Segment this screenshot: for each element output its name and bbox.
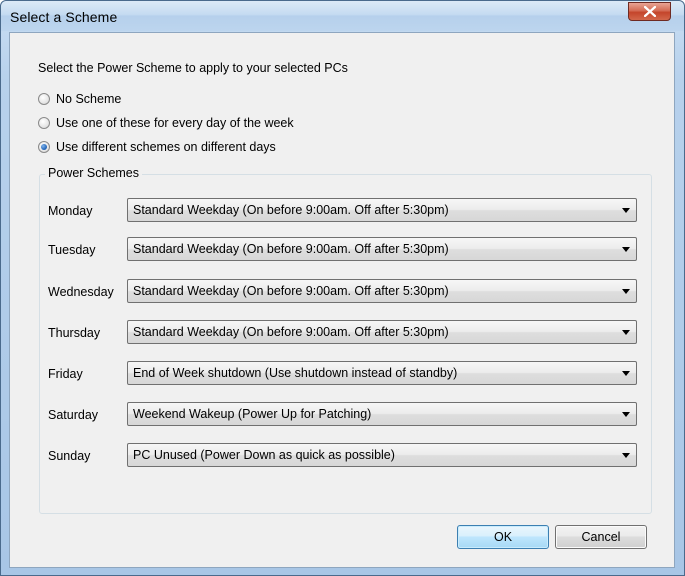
close-x-icon <box>644 6 656 17</box>
day-label-saturday: Saturday <box>48 408 99 422</box>
dropdown-arrow-icon <box>622 371 630 376</box>
close-button[interactable] <box>628 2 671 21</box>
selected-scheme: PC Unused (Power Down as quick as possib… <box>133 448 395 462</box>
selected-scheme: End of Week shutdown (Use shutdown inste… <box>133 366 458 380</box>
radio-button[interactable] <box>38 117 50 129</box>
day-label-thursday: Thursday <box>48 326 101 340</box>
day-label-sunday: Sunday <box>48 449 91 463</box>
dropdown-arrow-icon <box>622 412 630 417</box>
dropdown-arrow-icon <box>622 247 630 252</box>
cancel-button[interactable]: Cancel <box>555 525 647 549</box>
scheme-select-thursday[interactable]: Standard Weekday (On before 9:00am. Off … <box>127 320 637 344</box>
selected-scheme: Weekend Wakeup (Power Up for Patching) <box>133 407 372 421</box>
selected-scheme: Standard Weekday (On before 9:00am. Off … <box>133 242 449 256</box>
dropdown-arrow-icon <box>622 208 630 213</box>
dropdown-arrow-icon <box>622 289 630 294</box>
dropdown-arrow-icon <box>622 453 630 458</box>
day-label-friday: Friday <box>48 367 83 381</box>
radio-label: No Scheme <box>56 92 122 106</box>
selected-scheme: Standard Weekday (On before 9:00am. Off … <box>133 203 449 217</box>
instruction-text: Select the Power Scheme to apply to your… <box>38 61 348 75</box>
scheme-select-saturday[interactable]: Weekend Wakeup (Power Up for Patching) <box>127 402 637 426</box>
radio-label: Use different schemes on different days <box>56 140 276 154</box>
title-bar[interactable]: Select a Scheme <box>1 1 684 31</box>
scheme-select-tuesday[interactable]: Standard Weekday (On before 9:00am. Off … <box>127 237 637 261</box>
scheme-select-friday[interactable]: End of Week shutdown (Use shutdown inste… <box>127 361 637 385</box>
dropdown-arrow-icon <box>622 330 630 335</box>
radio-no-scheme[interactable]: No Scheme <box>38 91 121 107</box>
dialog-client-area: Select the Power Scheme to apply to your… <box>9 32 675 568</box>
window-title: Select a Scheme <box>10 9 118 25</box>
scheme-select-monday[interactable]: Standard Weekday (On before 9:00am. Off … <box>127 198 637 222</box>
radio-label: Use one of these for every day of the we… <box>56 116 294 130</box>
radio-button-selected[interactable] <box>38 141 50 153</box>
ok-button[interactable]: OK <box>457 525 549 549</box>
scheme-select-sunday[interactable]: PC Unused (Power Down as quick as possib… <box>127 443 637 467</box>
scheme-select-wednesday[interactable]: Standard Weekday (On before 9:00am. Off … <box>127 279 637 303</box>
day-label-tuesday: Tuesday <box>48 243 96 257</box>
radio-different-days[interactable]: Use different schemes on different days <box>38 139 276 155</box>
group-title: Power Schemes <box>45 166 143 180</box>
day-label-monday: Monday <box>48 204 93 218</box>
radio-same-every-day[interactable]: Use one of these for every day of the we… <box>38 115 294 131</box>
selected-scheme: Standard Weekday (On before 9:00am. Off … <box>133 284 449 298</box>
selected-scheme: Standard Weekday (On before 9:00am. Off … <box>133 325 449 339</box>
day-label-wednesday: Wednesday <box>48 285 114 299</box>
dialog-window: Select a Scheme Select the Power Scheme … <box>0 0 685 576</box>
radio-button[interactable] <box>38 93 50 105</box>
